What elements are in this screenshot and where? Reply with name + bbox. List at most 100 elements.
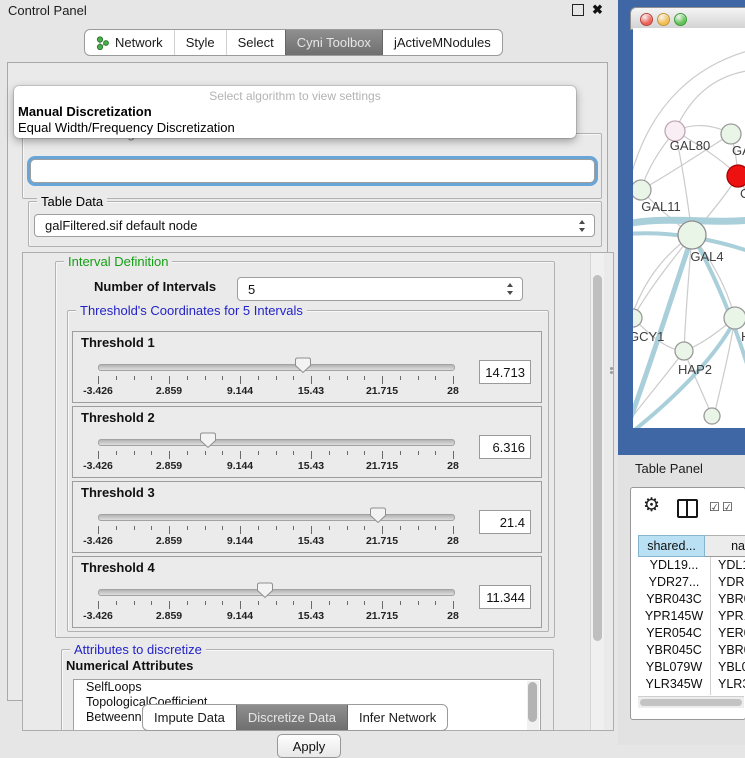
table-row[interactable]: YDL19...YDL1 (638, 557, 745, 574)
slider-thumb-icon[interactable] (199, 432, 217, 449)
table-row[interactable]: YPR145WYPR1 (638, 608, 745, 625)
threshold-slider[interactable]: -3.4262.8599.14415.4321.71528 (98, 407, 453, 477)
cell-shared-name[interactable]: YDR27... (638, 574, 711, 591)
table-row[interactable]: YLR345WYLR3 (638, 676, 745, 693)
minimize-window-icon[interactable] (657, 13, 670, 26)
tab-jactivemnodules[interactable]: jActiveMNodules (382, 30, 502, 55)
dropdown-placeholder-item[interactable]: Select algorithm to view settings (14, 89, 576, 103)
network-node-gcy1[interactable] (633, 309, 642, 327)
cell-shared-name[interactable]: YBR043C (638, 591, 711, 608)
tab-network[interactable]: Network (85, 30, 174, 55)
threshold-value-field[interactable]: 21.4 (479, 510, 531, 534)
attributes-list-scrollbar[interactable] (527, 681, 539, 731)
tab-infer-network[interactable]: Infer Network (347, 705, 447, 730)
tab-cyni-toolbox[interactable]: Cyni Toolbox (285, 30, 382, 55)
slider-tick-label: 21.715 (366, 610, 398, 622)
dropdown-option-manual-discretization[interactable]: Manual Discretization (18, 104, 152, 119)
cell-shared-name[interactable]: YBR045C (638, 642, 711, 659)
network-edge[interactable] (633, 235, 692, 318)
cell-name[interactable]: YBR0 (711, 591, 745, 608)
table-row[interactable]: YBR043CYBR0 (638, 591, 745, 608)
network-node-gal4[interactable] (678, 221, 706, 249)
table-panel-title: Table Panel (635, 461, 703, 476)
close-panel-icon[interactable]: ✖ (592, 2, 603, 18)
number-of-intervals-combobox[interactable]: 5 (237, 277, 523, 301)
tab-impute-data[interactable]: Impute Data (143, 705, 236, 730)
threshold-slider[interactable]: -3.4262.8599.14415.4321.71528 (98, 332, 453, 402)
cell-name[interactable]: YDL1 (711, 557, 745, 574)
algorithm-combobox[interactable] (30, 159, 595, 183)
threshold-value-field[interactable]: 14.713 (479, 360, 531, 384)
slider-thumb-icon[interactable] (369, 507, 387, 524)
select-all-checkbox-icon[interactable]: ☑ (709, 501, 720, 513)
cell-name[interactable]: YPR1 (711, 608, 745, 625)
cell-name[interactable]: YIL0 (711, 693, 745, 695)
cell-name[interactable]: YBR0 (711, 642, 745, 659)
network-canvas[interactable]: GAL80GACGAL11GAL4GCY1HHAP2 (633, 28, 745, 428)
threshold-value-field[interactable]: 6.316 (479, 435, 531, 459)
network-node-c[interactable] (727, 165, 745, 187)
slider-track[interactable] (98, 439, 455, 446)
network-edge[interactable] (675, 70, 745, 131)
slider-track[interactable] (98, 589, 455, 596)
threshold-panel-4: Threshold 4-3.4262.8599.14415.4321.71528… (72, 556, 542, 628)
slider-tick-label: 28 (447, 535, 459, 547)
slider-thumb-icon[interactable] (256, 582, 274, 599)
table-body[interactable]: YDL19...YDL1YDR27...YDR2YBR043CYBR0YPR14… (638, 557, 745, 695)
apply-button[interactable]: Apply (277, 734, 341, 758)
cell-shared-name[interactable]: YLR345W (638, 676, 711, 693)
close-window-icon[interactable] (640, 13, 653, 26)
tab-style[interactable]: Style (174, 30, 226, 55)
cell-name[interactable]: YDR2 (711, 574, 745, 591)
dropdown-option-equal-width-frequency[interactable]: Equal Width/Frequency Discretization (18, 120, 235, 135)
threshold-slider[interactable]: -3.4262.8599.14415.4321.71528 (98, 557, 453, 627)
table-row[interactable]: YDR27...YDR2 (638, 574, 745, 591)
threshold-slider[interactable]: -3.4262.8599.14415.4321.71528 (98, 482, 453, 552)
slider-track[interactable] (98, 364, 455, 371)
table-data-combobox[interactable]: galFiltered.sif default node (34, 214, 595, 237)
scrollbar-thumb[interactable] (640, 699, 742, 706)
cell-shared-name[interactable]: YER054C (638, 625, 711, 642)
scrollbar-thumb[interactable] (593, 275, 602, 641)
network-node-hap2[interactable] (675, 342, 693, 360)
network-node[interactable] (704, 408, 720, 424)
slider-thumb-icon[interactable] (294, 357, 312, 374)
table-row[interactable]: YBL079WYBL0 (638, 659, 745, 676)
select-none-checkbox-icon[interactable]: ☑ (722, 501, 733, 513)
table-header-row: shared... na (638, 535, 745, 557)
slider-tick-label: 21.715 (366, 535, 398, 547)
cell-shared-name[interactable]: YDL19... (638, 557, 711, 574)
cell-name[interactable]: YBL0 (711, 659, 745, 676)
attribute-list-item[interactable]: SelfLoops (74, 680, 540, 695)
settings-vertical-scrollbar[interactable] (590, 253, 604, 730)
tab-discretize-data[interactable]: Discretize Data (236, 705, 347, 730)
network-window-titlebar[interactable] (630, 7, 745, 30)
network-node-label: H (741, 329, 745, 344)
zoom-window-icon[interactable] (674, 13, 687, 26)
float-panel-icon[interactable] (572, 4, 584, 16)
table-row[interactable]: YIL053CYIL0 (638, 693, 745, 695)
gear-icon[interactable]: ⚙ (643, 495, 660, 517)
cell-shared-name[interactable]: YIL053C (638, 693, 711, 695)
split-columns-icon[interactable] (677, 499, 698, 518)
cell-name[interactable]: YER0 (711, 625, 745, 642)
thresholds-group-title: Threshold's Coordinates for 5 Intervals (76, 303, 307, 318)
splitpane-grip[interactable] (610, 366, 615, 376)
threshold-value-field[interactable]: 11.344 (479, 585, 531, 609)
network-node-gal11[interactable] (633, 180, 651, 200)
column-header-shared-name[interactable]: shared... (638, 535, 705, 557)
slider-ticks (98, 601, 453, 609)
table-row[interactable]: YER054CYER0 (638, 625, 745, 642)
network-node-ga[interactable] (721, 124, 741, 144)
network-node-label: GAL11 (641, 199, 681, 214)
cell-name[interactable]: YLR3 (711, 676, 745, 693)
tab-label: Network (115, 35, 163, 50)
slider-track[interactable] (98, 514, 455, 521)
cell-shared-name[interactable]: YBL079W (638, 659, 711, 676)
table-row[interactable]: YBR045CYBR0 (638, 642, 745, 659)
network-node-h[interactable] (724, 307, 745, 329)
tab-select[interactable]: Select (226, 30, 285, 55)
column-header-name[interactable]: na (705, 535, 745, 557)
cell-shared-name[interactable]: YPR145W (638, 608, 711, 625)
table-horizontal-scrollbar[interactable] (638, 696, 744, 708)
